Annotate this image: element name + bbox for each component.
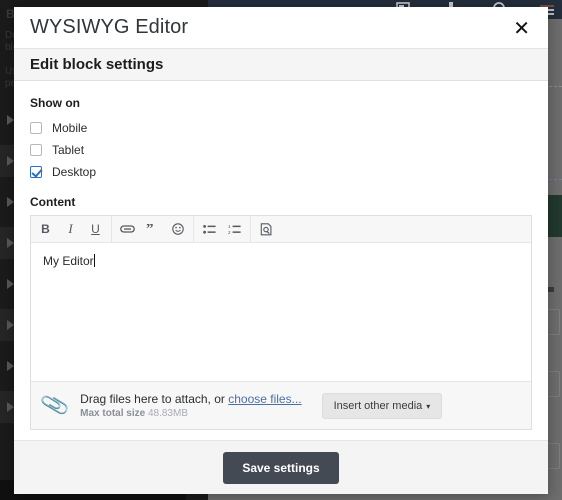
triangle-right-icon[interactable] bbox=[7, 197, 14, 207]
emoji-icon[interactable] bbox=[165, 217, 190, 241]
underline-icon[interactable]: U bbox=[83, 217, 108, 241]
max-size-value: 48.83MB bbox=[147, 408, 188, 419]
modal-subheader: Edit block settings bbox=[14, 48, 548, 81]
svg-text:1: 1 bbox=[228, 224, 231, 229]
subheading-label: Edit block settings bbox=[30, 56, 164, 73]
text-caret bbox=[93, 254, 95, 267]
modal-footer: Save settings bbox=[14, 440, 548, 494]
triangle-right-icon[interactable] bbox=[7, 238, 14, 248]
triangle-right-icon[interactable] bbox=[7, 115, 14, 125]
paperclip-icon: 📎 bbox=[38, 389, 72, 421]
italic-icon[interactable]: I bbox=[58, 217, 83, 241]
checkbox-row-mobile[interactable]: Mobile bbox=[30, 117, 532, 138]
toolbar-group-insert: ” bbox=[115, 216, 190, 242]
numbered-list-icon[interactable]: 12 bbox=[222, 217, 247, 241]
bulleted-list-icon[interactable] bbox=[197, 217, 222, 241]
triangle-right-icon[interactable] bbox=[7, 361, 14, 371]
checkbox-label-mobile: Mobile bbox=[52, 120, 88, 135]
drag-files-text: Drag files here to attach, or choose fil… bbox=[80, 392, 301, 406]
drag-files-label: Drag files here to attach, or bbox=[80, 392, 229, 406]
triangle-right-icon[interactable] bbox=[7, 279, 14, 289]
attachment-texts: Drag files here to attach, or choose fil… bbox=[80, 392, 301, 419]
attachment-drop-zone[interactable]: 📎 Drag files here to attach, or choose f… bbox=[31, 381, 531, 429]
quote-icon[interactable]: ” bbox=[140, 217, 165, 241]
checkbox-desktop[interactable] bbox=[30, 165, 42, 178]
insert-other-media-label: Insert other media bbox=[333, 399, 423, 412]
wysiwyg-editor-modal: WYSIWYG Editor ✕ Edit block settings Sho… bbox=[14, 7, 548, 494]
triangle-right-icon[interactable] bbox=[7, 156, 14, 166]
insert-other-media-button[interactable]: Insert other media ▾ bbox=[321, 392, 443, 419]
editor-toolbar: B I U ” 1 2 bbox=[31, 216, 531, 243]
close-icon[interactable]: ✕ bbox=[509, 16, 534, 40]
checkbox-mobile[interactable] bbox=[30, 121, 42, 134]
editor-text: My Editor bbox=[43, 254, 94, 268]
checkbox-row-desktop[interactable]: Desktop bbox=[30, 161, 532, 182]
svg-text:”: ” bbox=[146, 224, 154, 235]
toolbar-divider bbox=[250, 216, 251, 242]
checkbox-label-tablet: Tablet bbox=[52, 142, 85, 157]
modal-body: Show on Mobile Tablet Desktop Content B … bbox=[14, 81, 548, 440]
toolbar-divider bbox=[193, 216, 194, 242]
link-icon[interactable] bbox=[115, 217, 140, 241]
save-settings-button[interactable]: Save settings bbox=[223, 451, 339, 484]
show-on-label: Show on bbox=[30, 96, 80, 110]
checkbox-label-desktop: Desktop bbox=[52, 164, 97, 179]
checkbox-tablet[interactable] bbox=[30, 143, 42, 156]
toolbar-group-format: B I U bbox=[33, 216, 108, 242]
toolbar-group-lists: 12 bbox=[197, 216, 247, 242]
page-title: WYSIWYG Editor bbox=[30, 16, 189, 38]
chevron-down-icon: ▾ bbox=[426, 401, 431, 411]
toolbar-group-source bbox=[254, 216, 279, 242]
editor-text-area[interactable]: My Editor bbox=[31, 243, 531, 381]
source-preview-icon[interactable] bbox=[254, 217, 279, 241]
triangle-right-icon[interactable] bbox=[7, 320, 14, 330]
toolbar-divider bbox=[111, 216, 112, 242]
bold-icon[interactable]: B bbox=[33, 217, 58, 241]
triangle-right-icon[interactable] bbox=[7, 402, 14, 412]
svg-text:2: 2 bbox=[228, 230, 231, 235]
content-label: Content bbox=[30, 195, 76, 209]
wysiwyg-editor: B I U ” 1 2 My Editor 📎 Drag files here … bbox=[30, 215, 532, 430]
max-size-label: Max total size bbox=[80, 408, 148, 419]
choose-files-link[interactable]: choose files... bbox=[228, 392, 301, 406]
modal-header: WYSIWYG Editor ✕ bbox=[14, 7, 548, 48]
checkbox-row-tablet[interactable]: Tablet bbox=[30, 139, 532, 160]
max-size-text: Max total size 48.83MB bbox=[80, 408, 301, 419]
